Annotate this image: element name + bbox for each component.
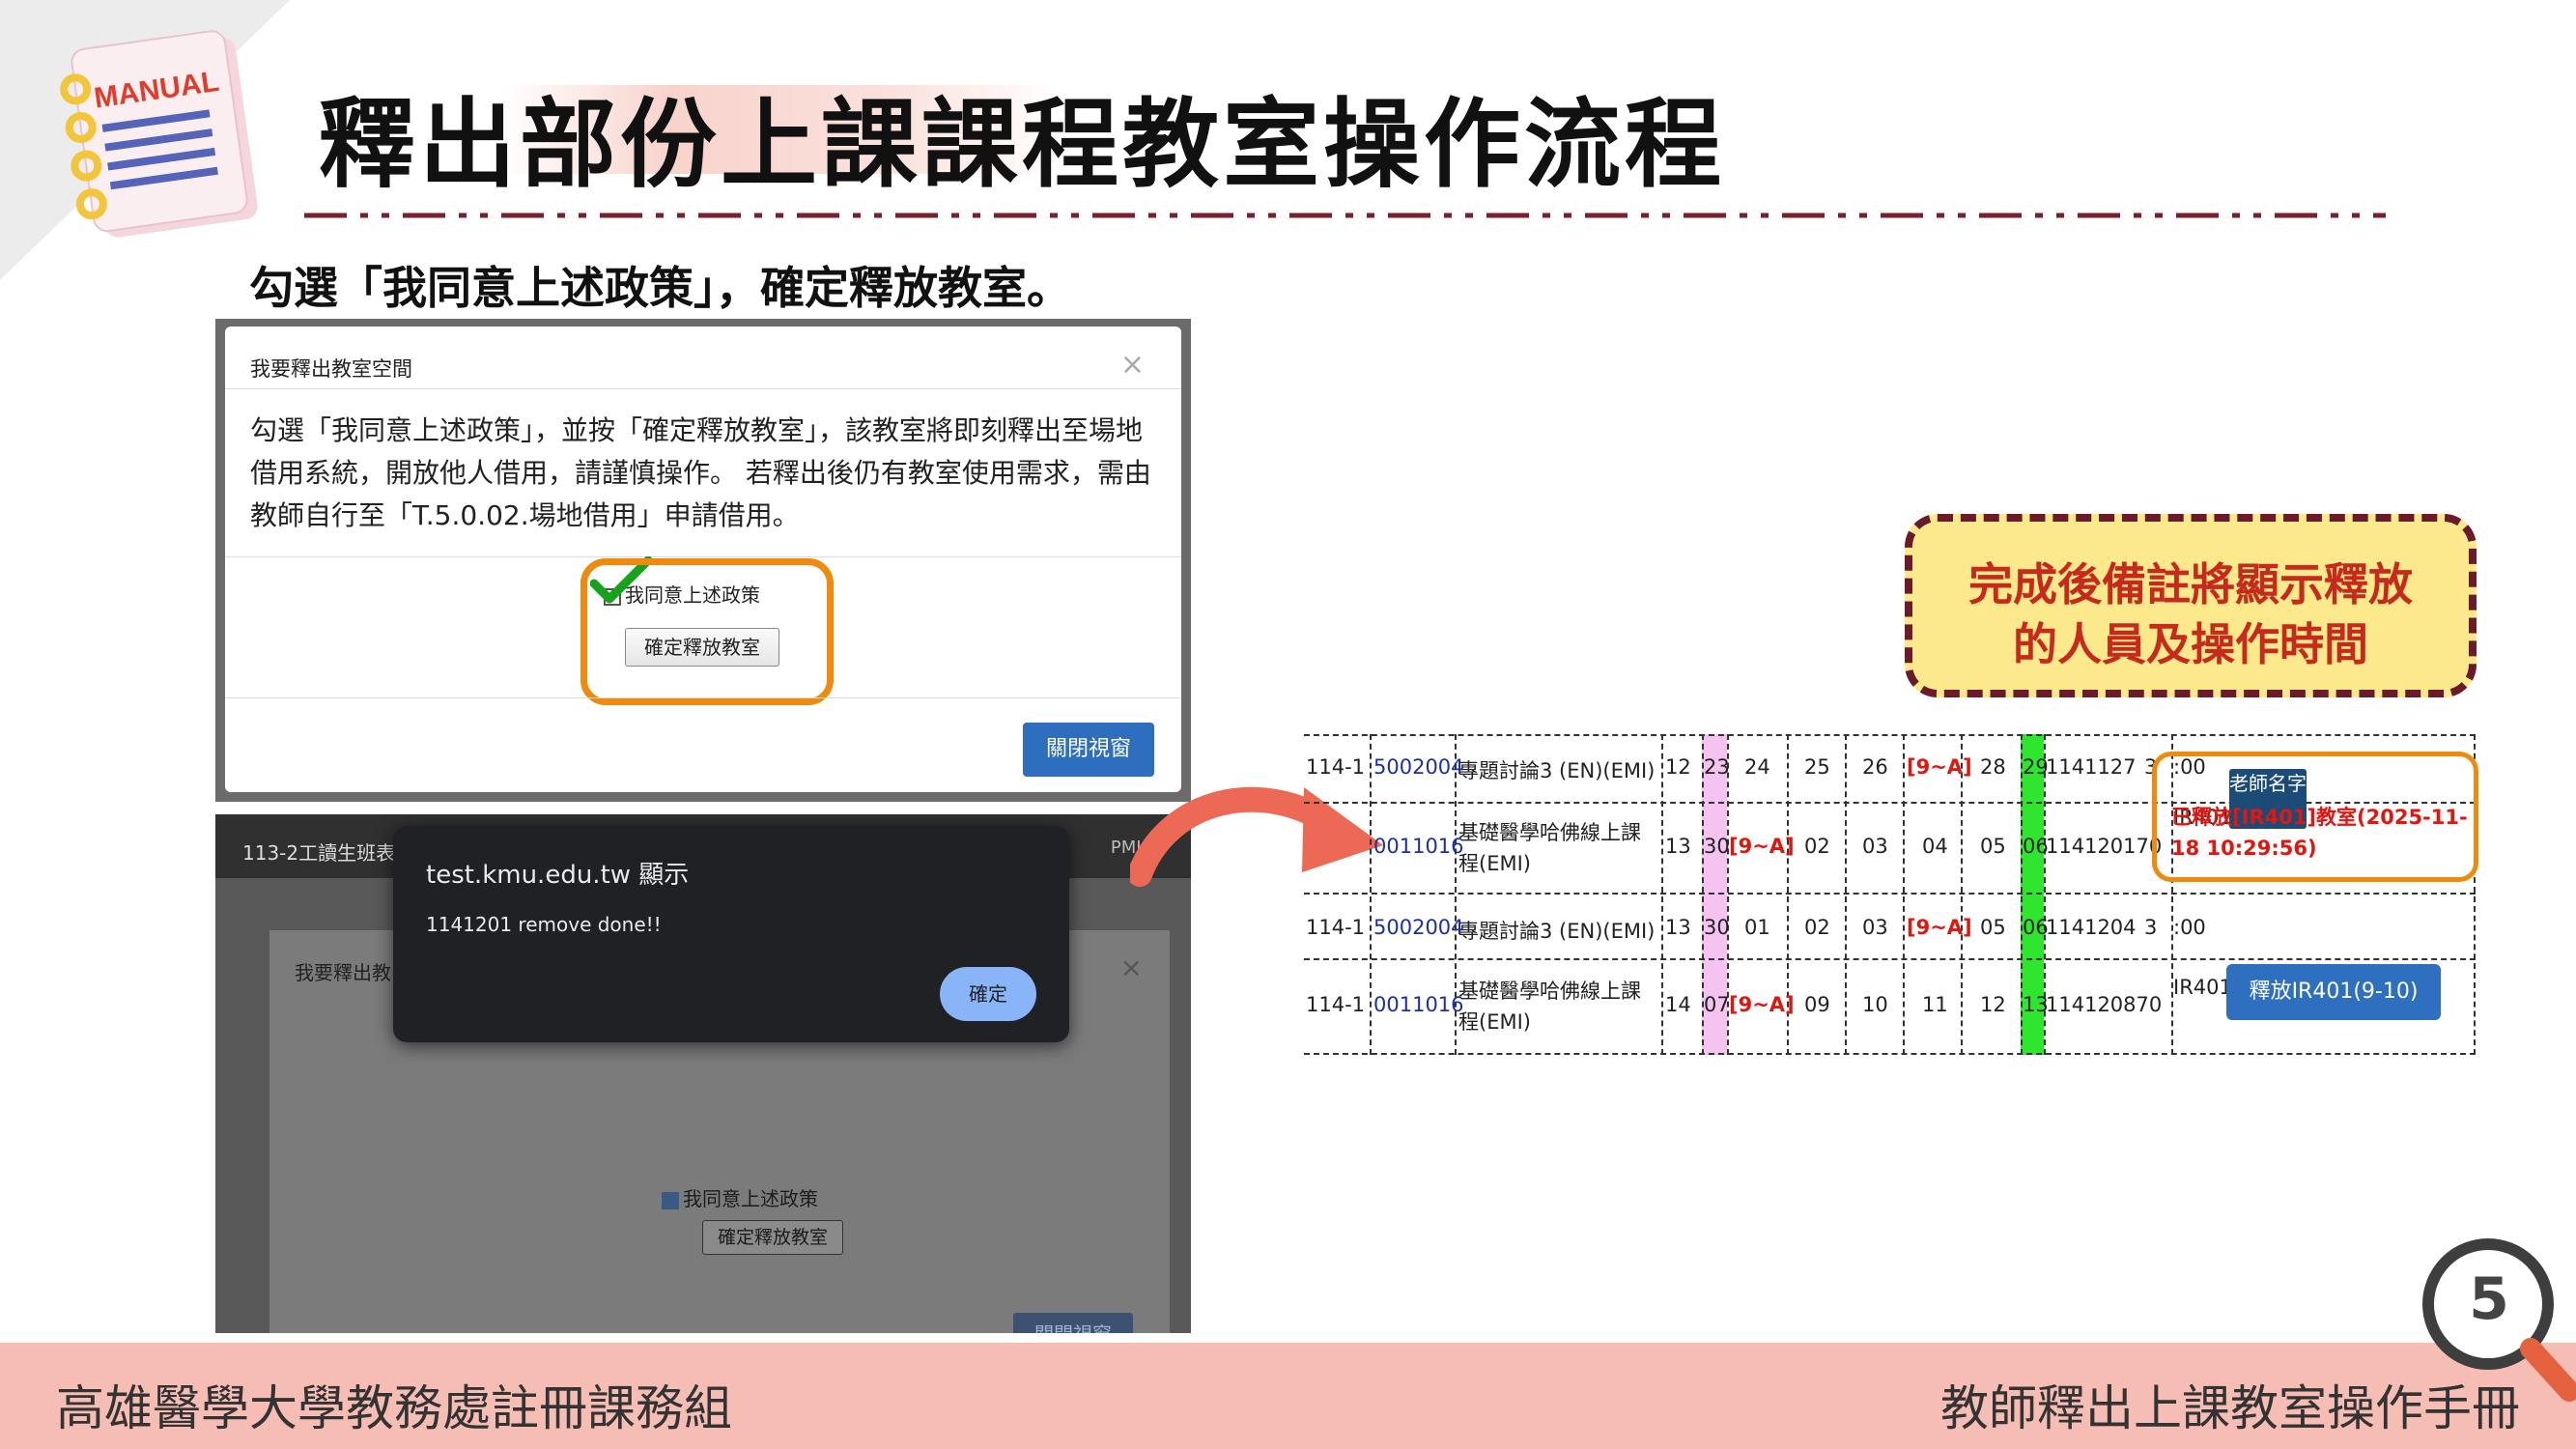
dimmed-confirm-button: 確定釋放教室 bbox=[702, 1220, 843, 1255]
cell-tail: 3 bbox=[2144, 916, 2158, 939]
checked-box-icon bbox=[662, 1191, 679, 1209]
title-dashed-divider bbox=[304, 213, 2386, 218]
cell-note: IR401 bbox=[2173, 976, 2232, 999]
footer-organization: 高雄醫學大學教務處註冊課務組 bbox=[56, 1380, 732, 1436]
manual-notebook-icon: MANUAL bbox=[60, 30, 258, 238]
cell-week: 12 bbox=[1665, 755, 1691, 779]
dialog-policy-text: 勾選「我同意上述政策」，並按「確定釋放教室」，該教室將即刻釋出至場地借用系統，開… bbox=[250, 414, 1151, 531]
col-divider bbox=[1370, 734, 1372, 1055]
cell-day: 05 bbox=[1980, 835, 2006, 858]
cell-period-red: [9~A] bbox=[1729, 835, 1795, 858]
cell-course-code[interactable]: 0011016 bbox=[1373, 993, 1464, 1016]
cell-term: 114-1 bbox=[1306, 755, 1366, 779]
callout-line-2: 的人員及操作時間 bbox=[2013, 618, 2368, 670]
cell-course-name: 基礎醫學哈佛線上課程(EMI) bbox=[1458, 980, 1641, 1034]
cell-id: 1141127 bbox=[2046, 755, 2137, 779]
cell-id: 114120170 bbox=[2046, 835, 2163, 858]
course-table: 114-1 5002004 專題討論3 (EN)(EMI) 12 23 24 2… bbox=[1304, 734, 2478, 1055]
cell-day: 11 bbox=[1922, 993, 1948, 1016]
dimmed-dialog-title: 我要釋出教 bbox=[295, 961, 391, 984]
col-divider bbox=[1661, 734, 1663, 1055]
row-divider bbox=[1304, 1053, 2476, 1055]
release-dialog: 我要釋出教室空間 × 勾選「我同意上述政策」，並按「確定釋放教室」，該教室將即刻… bbox=[225, 327, 1181, 792]
release-classroom-button[interactable]: 釋放IR401(9-10) bbox=[2226, 964, 2441, 1020]
cell-week: 13 bbox=[1665, 916, 1691, 939]
dialog-title: 我要釋出教室空間 bbox=[250, 357, 412, 381]
result-callout: 完成後備註將顯示釋放 的人員及操作時間 bbox=[1905, 514, 2477, 697]
cell-day: 02 bbox=[1804, 835, 1830, 858]
dimmed-agree-label: 我同意上述政策 bbox=[683, 1187, 818, 1210]
footer-bar: 高雄醫學大學教務處註冊課務組 教師釋出上課教室操作手冊 bbox=[0, 1343, 2576, 1449]
highlight-box bbox=[580, 558, 834, 705]
cell-course-name: 基礎醫學哈佛線上課程(EMI) bbox=[1458, 821, 1641, 875]
page-title: 釋出部份上課課程教室操作流程 bbox=[319, 88, 1725, 201]
col-divider bbox=[1903, 734, 1905, 1055]
browser-alert: test.kmu.edu.tw 顯示 1141201 remove done!!… bbox=[393, 826, 1069, 1042]
row-divider bbox=[1304, 734, 2476, 736]
cell-day: 06 bbox=[2023, 916, 2049, 939]
cell-term: 114-1 bbox=[1306, 916, 1366, 939]
cell-day: 04 bbox=[1922, 835, 1948, 858]
cell-day: 09 bbox=[1804, 993, 1830, 1016]
cell-course-name: 專題討論3 (EN)(EMI) bbox=[1458, 920, 1656, 943]
highlight-box-note bbox=[2152, 752, 2478, 882]
cell-id: 114120870 bbox=[2046, 993, 2163, 1016]
cell-period-red: [9~A] bbox=[1729, 993, 1795, 1016]
cell-day: 28 bbox=[1980, 755, 2006, 779]
dimmed-agree-checkbox: 我同意上述政策 bbox=[662, 1183, 818, 1211]
cell-week: 14 bbox=[1665, 993, 1691, 1016]
cell-day: 30 bbox=[1704, 916, 1730, 939]
callout-line-1: 完成後備註將顯示釋放 bbox=[1968, 558, 2413, 611]
browser-tab[interactable]: 113-2工讀生班表 - bbox=[242, 838, 409, 866]
instruction-subtitle: 勾選「我同意上述政策」，確定釋放教室。 bbox=[249, 262, 1071, 314]
cell-day: 06 bbox=[2023, 835, 2049, 858]
dimmed-close-icon: × bbox=[1119, 952, 1143, 983]
alert-title: test.kmu.edu.tw 顯示 bbox=[426, 861, 690, 890]
cell-week: 13 bbox=[1665, 835, 1691, 858]
cell-id: 1141204 bbox=[2046, 916, 2137, 939]
cell-course-code[interactable]: 5002004 bbox=[1373, 916, 1464, 939]
cell-day: 02 bbox=[1804, 916, 1830, 939]
cell-day: 07 bbox=[1704, 993, 1730, 1016]
alert-ok-button[interactable]: 確定 bbox=[940, 967, 1036, 1021]
dimmed-close-window-button: 關閉視窗 bbox=[1013, 1313, 1133, 1333]
release-dialog-screenshot: 我要釋出教室空間 × 勾選「我同意上述政策」，並按「確定釋放教室」，該教室將即刻… bbox=[215, 319, 1191, 802]
col-divider bbox=[1845, 734, 1847, 1055]
cell-course-code[interactable]: 5002004 bbox=[1373, 755, 1464, 779]
cell-period-red: [9~A] bbox=[1907, 916, 1972, 939]
cell-day: 05 bbox=[1980, 916, 2006, 939]
dialog-footer-divider bbox=[225, 697, 1181, 698]
page-number: 5 bbox=[2469, 1265, 2509, 1333]
row-divider bbox=[1304, 958, 2476, 960]
cell-period-red: [9~A] bbox=[1907, 755, 1972, 779]
dialog-header-divider bbox=[225, 388, 1181, 389]
cell-day: 26 bbox=[1862, 755, 1888, 779]
cell-day: 29 bbox=[2023, 755, 2049, 779]
cell-day: 03 bbox=[1862, 916, 1888, 939]
cell-course-name: 專題討論3 (EN)(EMI) bbox=[1458, 759, 1656, 782]
col-divider bbox=[1961, 734, 1963, 1055]
cell-day: 01 bbox=[1744, 916, 1770, 939]
cell-day: 24 bbox=[1744, 755, 1770, 779]
row-divider bbox=[1304, 893, 2476, 895]
cell-note: :00 bbox=[2173, 916, 2206, 939]
cell-term: 114-1 bbox=[1306, 993, 1366, 1016]
cell-day: 13 bbox=[2023, 993, 2049, 1016]
cell-day: 10 bbox=[1862, 993, 1888, 1016]
cell-day: 23 bbox=[1704, 755, 1730, 779]
close-icon[interactable]: × bbox=[1120, 348, 1145, 382]
cell-day: 25 bbox=[1804, 755, 1830, 779]
alert-message: 1141201 remove done!! bbox=[426, 913, 662, 936]
cell-course-code[interactable]: 0011016 bbox=[1373, 835, 1464, 858]
alert-screenshot: 113-2工讀生班表 - PMIS 我要釋出教 × 我同意上述政策 確定釋放教室… bbox=[215, 814, 1191, 1333]
cell-day: 12 bbox=[1980, 993, 2006, 1016]
cell-day: 30 bbox=[1704, 835, 1730, 858]
dialog-body-divider bbox=[225, 556, 1181, 557]
cell-day: 03 bbox=[1862, 835, 1888, 858]
